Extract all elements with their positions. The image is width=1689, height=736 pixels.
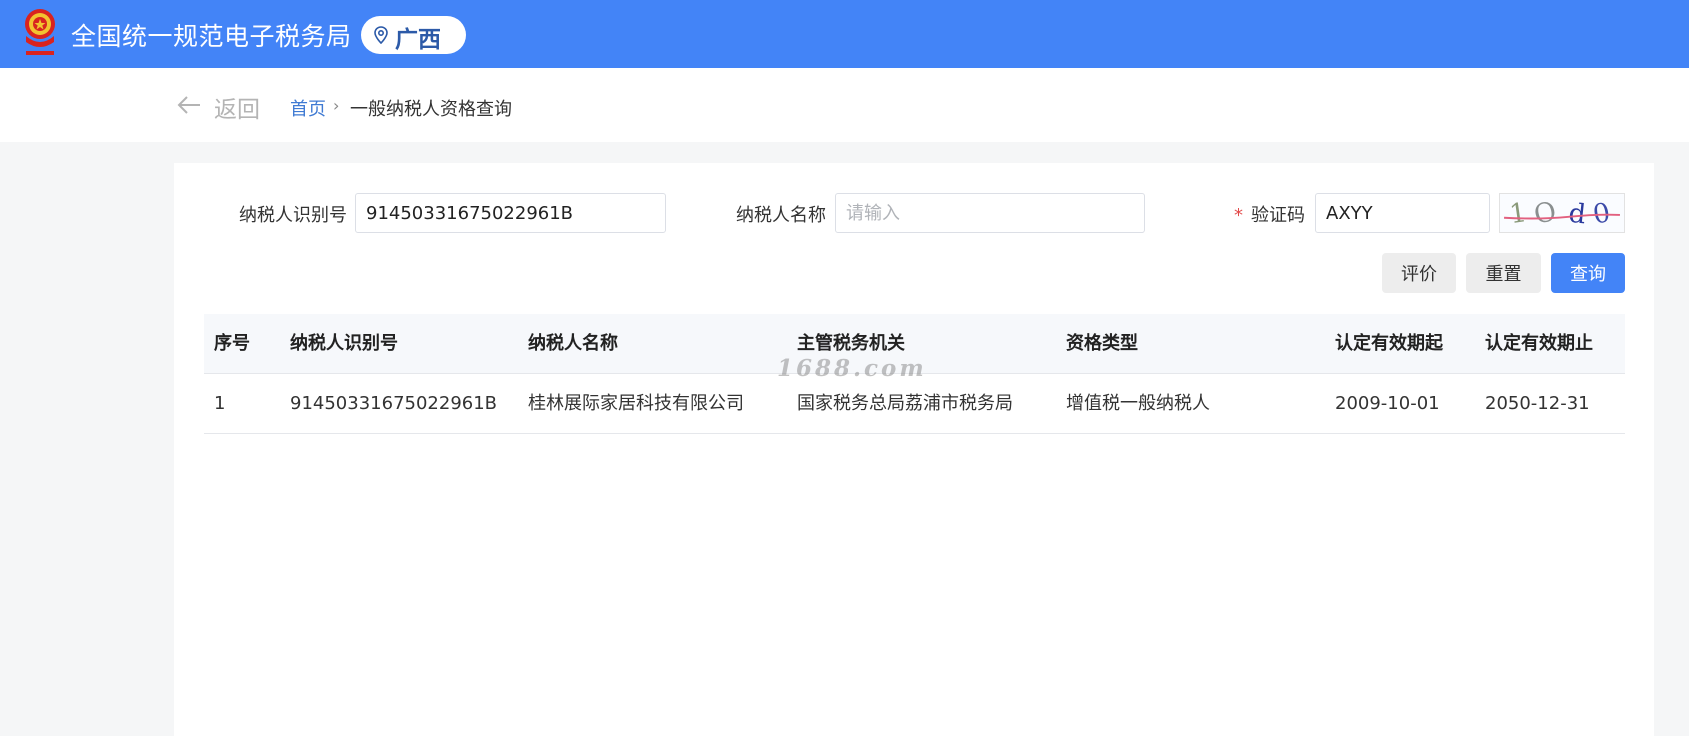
- column-header-taxpayer-id: 纳税人识别号: [290, 333, 398, 354]
- breadcrumb-home-link[interactable]: 首页: [290, 95, 326, 121]
- column-header-valid-from: 认定有效期起: [1335, 333, 1443, 354]
- reset-button[interactable]: 重置: [1466, 253, 1541, 293]
- arrow-left-icon: [177, 96, 200, 114]
- cell-taxpayer-id: 91450331675022961B: [290, 393, 498, 414]
- column-header-qualification-type: 资格类型: [1066, 333, 1138, 354]
- national-emblem-icon: [25, 9, 55, 55]
- cell-qualification-type: 增值税一般纳税人: [1066, 393, 1210, 414]
- column-header-valid-to: 认定有效期止: [1485, 333, 1593, 354]
- breadcrumb-current: 一般纳税人资格查询: [350, 99, 512, 120]
- required-mark: *: [1234, 205, 1243, 226]
- captcha-input[interactable]: [1315, 193, 1490, 233]
- cell-index: 1: [214, 393, 226, 414]
- site-title: 全国统一规范电子税务局: [71, 22, 352, 51]
- back-label: 返回: [214, 97, 260, 123]
- captcha-image[interactable]: 1 O d 0: [1499, 193, 1625, 233]
- evaluate-button[interactable]: 评价: [1382, 253, 1456, 293]
- region-selector[interactable]: 广西: [361, 16, 466, 54]
- captcha-char: O: [1531, 196, 1559, 231]
- table-row: 1 91450331675022961B 桂林展际家居科技有限公司 国家税务总局…: [204, 374, 1625, 434]
- column-header-index: 序号: [214, 333, 250, 354]
- taxpayer-id-input[interactable]: [355, 193, 666, 233]
- taxpayer-id-label: 纳税人识别号: [239, 205, 347, 226]
- table-header-row: 序号 纳税人识别号 纳税人名称 主管税务机关 资格类型 认定有效期起 认定有效期…: [204, 314, 1625, 374]
- location-pin-icon: [374, 26, 388, 44]
- breadcrumb-separator: ›: [333, 96, 340, 115]
- query-button[interactable]: 查询: [1551, 253, 1625, 293]
- captcha-char: 1: [1508, 197, 1529, 230]
- taxpayer-name-label: 纳税人名称: [736, 205, 826, 226]
- cell-tax-authority: 国家税务总局荔浦市税务局: [797, 393, 1013, 414]
- region-label: 广西: [395, 27, 441, 53]
- breadcrumb-bar: 返回 首页 › 一般纳税人资格查询: [0, 68, 1689, 142]
- taxpayer-name-input[interactable]: [835, 193, 1145, 233]
- column-header-taxpayer-name: 纳税人名称: [528, 333, 618, 354]
- captcha-char: d: [1567, 198, 1587, 231]
- results-table: 序号 纳税人识别号 纳税人名称 主管税务机关 资格类型 认定有效期起 认定有效期…: [204, 314, 1625, 434]
- query-panel: 纳税人识别号 纳税人名称 * 验证码 1 O d 0 评价 重置 查询 序号 纳税…: [174, 163, 1654, 736]
- captcha-label: * 验证码: [1234, 201, 1305, 227]
- captcha-label-text: 验证码: [1251, 205, 1305, 226]
- top-bar: 全国统一规范电子税务局 广西: [0, 0, 1689, 68]
- column-header-tax-authority: 主管税务机关: [797, 333, 905, 354]
- cell-valid-to: 2050-12-31: [1485, 393, 1590, 414]
- cell-taxpayer-name: 桂林展际家居科技有限公司: [528, 393, 744, 414]
- cell-valid-from: 2009-10-01: [1335, 393, 1440, 414]
